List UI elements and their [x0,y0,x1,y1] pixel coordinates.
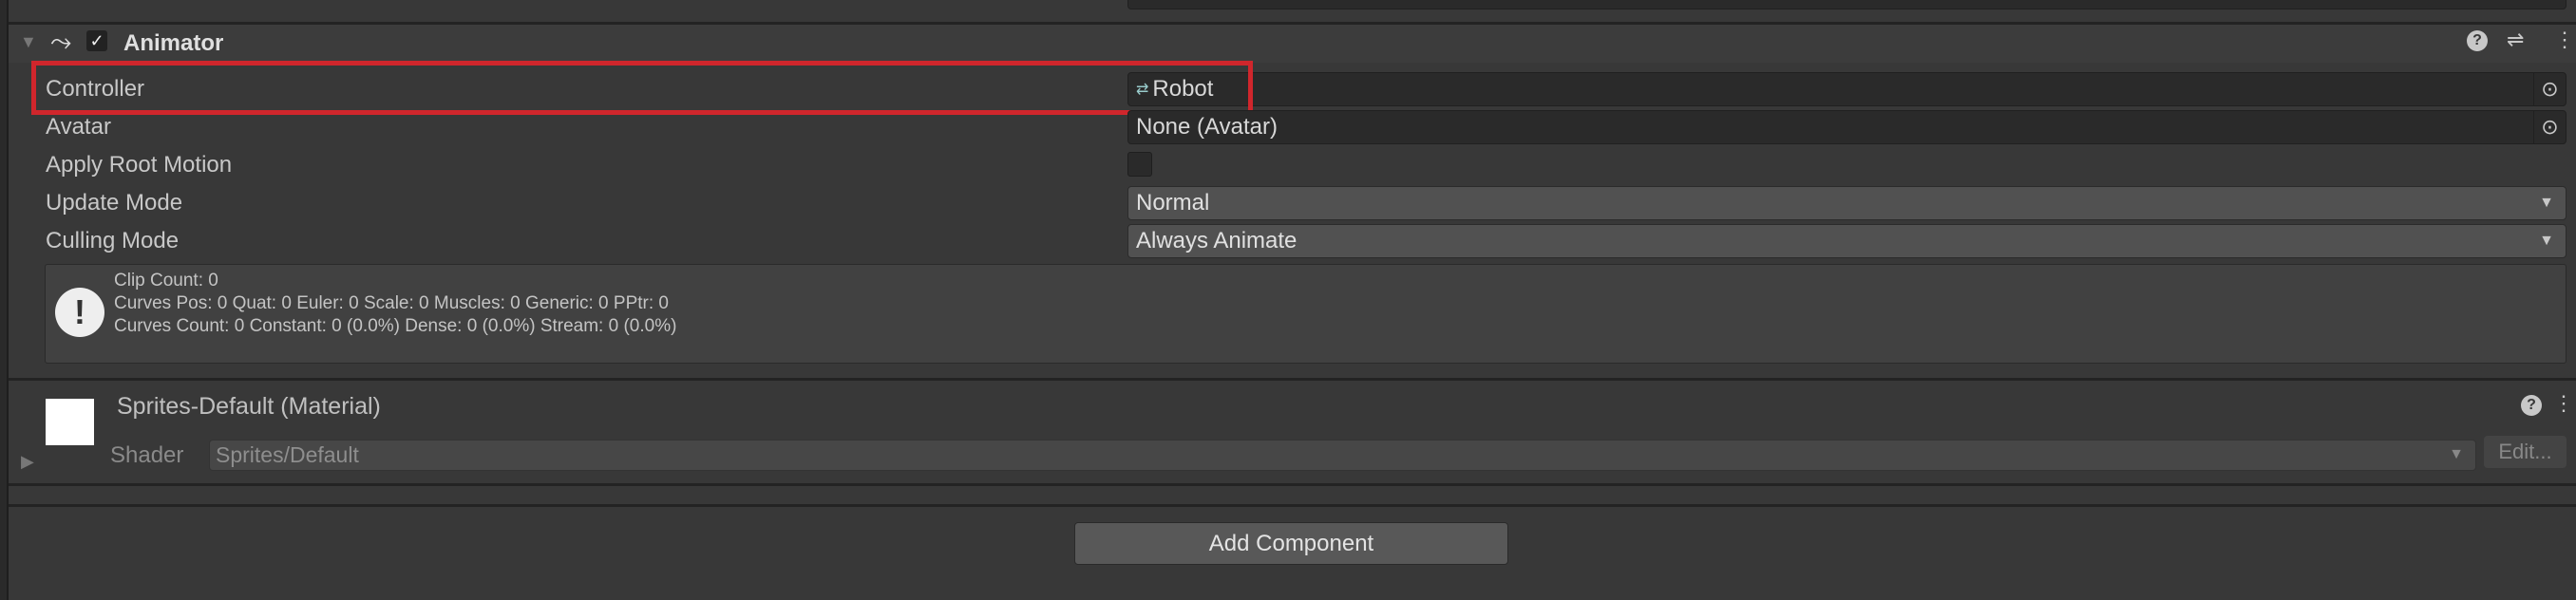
animator-header[interactable]: ▼ ⤳ ✓ Animator ? ⇌ ⋮ [9,25,2576,63]
animator-icon: ⤳ [50,27,72,56]
info-line: Curves Pos: 0 Quat: 0 Euler: 0 Scale: 0 … [114,293,669,313]
avatar-label: Avatar [46,114,111,140]
enabled-checkbox[interactable]: ✓ [86,30,107,51]
material-title: Sprites-Default (Material) [117,393,381,420]
divider [9,504,2576,507]
culling-mode-dropdown[interactable]: Always Animate ▼ [1127,224,2567,258]
object-picker-icon[interactable]: ⊙ [2533,111,2566,143]
info-icon: ! [55,288,104,337]
add-component-button[interactable]: Add Component [1074,522,1508,565]
help-icon[interactable]: ? [2467,30,2488,51]
info-line: Curves Count: 0 Constant: 0 (0.0%) Dense… [114,316,677,336]
shader-value: Sprites/Default [216,442,359,467]
component-title: Animator [123,30,224,56]
update-mode-value: Normal [1136,190,1210,216]
apply-root-motion-checkbox[interactable] [1127,152,1152,177]
material-preview [46,399,94,445]
dropdown-arrow-icon: ▼ [2539,195,2554,211]
culling-mode-value: Always Animate [1136,228,1297,253]
dropdown-arrow-icon: ▼ [2539,233,2554,249]
update-mode-label: Update Mode [46,190,183,216]
previous-field[interactable] [1127,0,2567,9]
controller-field[interactable]: ⇄ Robot ⊙ [1127,72,2567,106]
info-box: ! Clip Count: 0 Curves Pos: 0 Quat: 0 Eu… [45,264,2567,364]
highlight-box [31,61,1253,115]
dropdown-arrow-icon: ▼ [2449,446,2464,462]
avatar-value: None (Avatar) [1136,114,1278,140]
object-picker-icon[interactable]: ⊙ [2533,73,2566,105]
more-options-icon[interactable]: ⋮ [2553,391,2574,416]
divider [9,378,2576,381]
info-line: Clip Count: 0 [114,271,218,291]
preset-settings-icon[interactable]: ⇌ [2507,28,2524,52]
shader-dropdown[interactable]: Sprites/Default ▼ [209,440,2476,471]
foldout-arrow-icon[interactable]: ▶ [21,452,34,472]
more-options-icon[interactable]: ⋮ [2554,28,2575,52]
culling-mode-label: Culling Mode [46,228,180,253]
divider [9,483,2576,486]
shader-label: Shader [110,442,184,468]
update-mode-dropdown[interactable]: Normal ▼ [1127,186,2567,220]
avatar-field[interactable]: None (Avatar) ⊙ [1127,110,2567,144]
foldout-arrow-icon[interactable]: ▼ [20,32,37,52]
edit-shader-button[interactable]: Edit... [2484,436,2567,468]
window-left-border [0,0,9,600]
help-icon[interactable]: ? [2521,395,2542,416]
apply-root-motion-label: Apply Root Motion [46,152,233,178]
